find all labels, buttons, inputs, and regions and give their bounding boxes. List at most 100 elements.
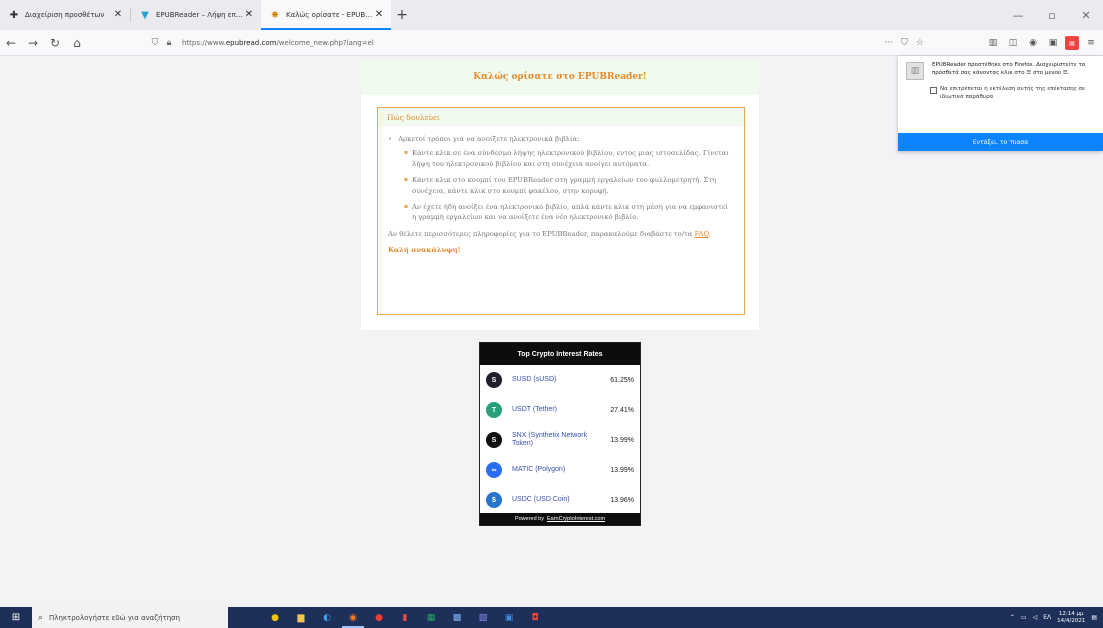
url-text: https://www.epubread.com/welcome_new.php… [182, 39, 374, 47]
clock[interactable]: 12:14 μμ 14/4/2021 [1057, 611, 1085, 625]
coin-name[interactable]: USDT (Tether) [512, 406, 598, 414]
url-bar[interactable]: ⛉ 🔒︎ https://www.epubread.com/welcome_ne… [148, 33, 924, 53]
edge-icon[interactable]: ◐ [316, 607, 338, 628]
coin-rate: 13.99% [610, 436, 634, 444]
office-icon[interactable]: ▮ [394, 607, 416, 628]
private-windows-checkbox[interactable]: Να επιτρέπεται η εκτέλεση αυτής της επέκ… [898, 80, 1103, 101]
tether-icon: T [486, 402, 502, 418]
menu-icon[interactable]: ≡ [1083, 34, 1099, 52]
list-item: Αν έχετε ήδη ανοίξει ένα ηλεκτρονικό βιβ… [404, 202, 732, 223]
back-icon[interactable]: ← [0, 32, 22, 54]
crypto-footer: Powered by EarnCryptoInterest.com [480, 513, 640, 525]
faq-link[interactable]: FAQ [695, 230, 709, 238]
firefox-icon[interactable]: ◉ [342, 607, 364, 628]
more-info-text: Αν θέλετε περισσότερες πληροφορίες για τ… [388, 229, 693, 238]
crypto-title: Top Crypto Interest Rates [480, 343, 640, 365]
volume-icon[interactable]: ◁ [1033, 614, 1038, 621]
tab-title: Διαχείριση προσθέτων [25, 11, 105, 19]
tab-epubreader-download[interactable]: ▼ EPUBReader – Λήψη επέκταση ✕ [131, 0, 261, 30]
bookmark-star-icon[interactable]: ☆ [916, 38, 924, 48]
chevron-up-icon[interactable]: ⌃ [1010, 614, 1015, 621]
crypto-row[interactable]: $ USDC (USD Coin) 13.96% [480, 485, 640, 515]
forward-icon[interactable]: → [22, 32, 44, 54]
taskbar-apps: ● ▆ ◐ ◉ ● ▮ ▦ ▩ ▨ ▣ ◘ [264, 607, 546, 628]
maximize-icon[interactable]: ▫ [1035, 0, 1069, 30]
coin-name[interactable]: USDC (USD Coin) [512, 496, 598, 504]
epubreader-extension-icon[interactable]: ▤ [1065, 36, 1079, 50]
url-path: /welcome_new.php?lang=el [276, 39, 374, 47]
clock-time: 12:14 μμ [1058, 610, 1084, 617]
coin-rate: 27.41% [610, 406, 634, 414]
url-actions: ··· ⛉ ☆ [885, 38, 924, 48]
crypto-row[interactable]: S SNX (Synthetix Network Token) 13.99% [480, 425, 640, 455]
susd-icon: S [486, 372, 502, 388]
chrome-icon[interactable]: ● [264, 607, 286, 628]
url-domain: epubread.com [225, 39, 277, 47]
epubreader-icon: ▼ [141, 9, 149, 21]
app-icon[interactable]: ◘ [524, 607, 546, 628]
coin-name[interactable]: SUSD (sUSD) [512, 376, 598, 384]
checkbox-label: Να επιτρέπεται η εκτέλεση αυτής της επέκ… [940, 86, 1086, 100]
close-icon[interactable]: ✕ [112, 9, 124, 21]
container-icon[interactable]: ▣ [1045, 34, 1061, 52]
tab-addons-manager[interactable]: ✚ Διαχείριση προσθέτων ✕ [0, 0, 130, 30]
search-icon: ⌕ [38, 612, 44, 623]
file-explorer-icon[interactable]: ▆ [290, 607, 312, 628]
tab-epubreader-welcome[interactable]: ✸ Καλώς ορίσατε - EPUBReader ✕ [261, 0, 391, 30]
coin-rate: 13.99% [610, 466, 634, 474]
minimize-icon[interactable]: — [1001, 0, 1035, 30]
account-icon[interactable]: ◉ [1025, 34, 1041, 52]
navigation-bar: ← → ↻ ⌂ ⛉ 🔒︎ https://www.epubread.com/we… [0, 30, 1103, 56]
snx-icon: S [486, 432, 502, 448]
chrome-alt-icon[interactable]: ● [368, 607, 390, 628]
okay-button[interactable]: Εντάξει, το 'πιασα [898, 133, 1103, 151]
enjoy-text: Καλή ανακάλυψη! [388, 246, 461, 255]
home-icon[interactable]: ⌂ [66, 32, 88, 54]
crypto-row[interactable]: T USDT (Tether) 27.41% [480, 395, 640, 425]
coin-name[interactable]: SNX (Synthetix Network Token) [512, 432, 598, 448]
earncryptointerest-link[interactable]: EarnCryptoInterest.com [547, 516, 605, 522]
notifications-icon[interactable]: ▤ [1091, 614, 1097, 621]
close-icon[interactable]: ✕ [243, 9, 255, 21]
reload-icon[interactable]: ↻ [44, 32, 66, 54]
close-icon[interactable]: ✕ [373, 9, 385, 21]
close-window-icon[interactable]: ✕ [1069, 0, 1103, 30]
language-indicator[interactable]: ΕΛ [1043, 614, 1051, 621]
crypto-rates-widget: Top Crypto Interest Rates S SUSD (sUSD) … [479, 342, 641, 526]
welcome-panel: Καλώς ορίσατε στο EPUBReader! Πώς δουλεύ… [361, 59, 759, 330]
usdc-icon: $ [486, 492, 502, 508]
crypto-row[interactable]: S SUSD (sUSD) 61.25% [480, 365, 640, 395]
more-info-end: . [708, 229, 712, 238]
url-prefix: https://www. [182, 39, 226, 47]
sidebar-icon[interactable]: ◫ [1005, 34, 1021, 52]
tab-title: EPUBReader – Λήψη επέκταση [156, 11, 243, 19]
outlook-icon[interactable]: ▣ [498, 607, 520, 628]
shield-icon[interactable]: ⛉ [148, 38, 162, 48]
network-icon[interactable]: ▩ [446, 607, 468, 628]
clock-date: 14/4/2021 [1057, 617, 1086, 624]
puzzle-icon: ✚ [9, 9, 19, 21]
tab-bar: ✚ Διαχείριση προσθέτων ✕ ▼ EPUBReader – … [0, 0, 1103, 30]
toolbar-right: ▥ ◫ ◉ ▣ ▤ ≡ [985, 34, 1099, 52]
new-tab-button[interactable]: + [391, 0, 413, 30]
footer-prefix: Powered by [514, 516, 544, 522]
tab-title: Καλώς ορίσατε - EPUBReader [286, 11, 373, 19]
popup-body: ▥ EPUBReader προστέθηκε στο Firefox. Δια… [898, 56, 1103, 80]
checkbox[interactable] [930, 87, 937, 94]
lock-icon[interactable]: 🔒︎ [162, 38, 176, 48]
windows-start-icon[interactable]: ⊞ [0, 607, 32, 628]
crypto-row[interactable]: ∞ MATIC (Polygon) 13.99% [480, 455, 640, 485]
teams-icon[interactable]: ▨ [472, 607, 494, 628]
coin-rate: 13.96% [610, 496, 634, 504]
list-item: Κάντε κλικ σε ένα σύνδεσμο λήψης ηλεκτρο… [404, 148, 732, 169]
popup-message: EPUBReader προστέθηκε στο Firefox. Διαχε… [932, 62, 1086, 76]
pocket-icon[interactable]: ⛉ [901, 38, 908, 48]
extension-added-popup: ▥ EPUBReader προστέθηκε στο Firefox. Δια… [898, 56, 1103, 151]
excel-icon[interactable]: ▦ [420, 607, 442, 628]
howto-box: Πώς δουλεύει Αρκετοί τρόποι για να ανοίξ… [377, 107, 745, 315]
coin-name[interactable]: MATIC (Polygon) [512, 466, 598, 474]
network-tray-icon[interactable]: ▭ [1021, 614, 1027, 621]
library-icon[interactable]: ▥ [985, 34, 1001, 52]
page-actions-icon[interactable]: ··· [885, 38, 894, 48]
taskbar-search[interactable]: ⌕ Πληκτρολογήστε εδώ για αναζήτηση [32, 607, 228, 628]
